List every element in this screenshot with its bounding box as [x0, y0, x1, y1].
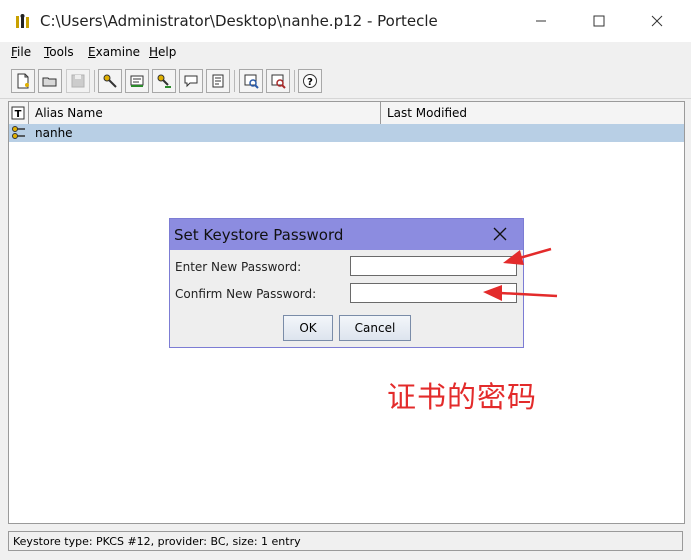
status-text: Keystore type: PKCS #12, provider: BC, s…: [13, 535, 301, 548]
toolbar-separator: [294, 70, 295, 92]
new-password-label: Enter New Password:: [175, 260, 302, 274]
dialog-title: Set Keystore Password: [174, 226, 344, 244]
toolbar: ?: [0, 64, 691, 99]
row-alias-name: nanhe: [35, 126, 73, 140]
annotation-text: 证书的密码: [387, 380, 538, 414]
window-title: C:\Users\Administrator\Desktop\nanhe.p12…: [40, 12, 438, 30]
examine-certificate-icon: [244, 74, 259, 89]
portecle-app-icon: [16, 14, 29, 28]
menu-examine[interactable]: Examine: [88, 45, 140, 59]
help-icon: ?: [303, 74, 317, 88]
import-keypair-icon: [157, 74, 171, 88]
examine-crl-icon: [271, 74, 286, 89]
close-button[interactable]: [634, 0, 680, 42]
dialog-close-icon[interactable]: [492, 226, 508, 242]
close-icon: [651, 15, 663, 27]
import-trusted-cert-button[interactable]: [125, 69, 149, 93]
import-keypair-button[interactable]: [152, 69, 176, 93]
svg-text:T: T: [15, 109, 22, 120]
key-pair-icon: [12, 126, 25, 139]
status-bar: Keystore type: PKCS #12, provider: BC, s…: [8, 531, 683, 551]
open-keystore-button[interactable]: [38, 69, 62, 93]
keystore-report-button[interactable]: [206, 69, 230, 93]
generate-keypair-button[interactable]: [98, 69, 122, 93]
column-header-last-modified[interactable]: Last Modified: [381, 102, 684, 124]
examine-certificate-button[interactable]: [239, 69, 263, 93]
minimize-icon: [536, 20, 546, 22]
type-column-icon: T: [11, 106, 25, 120]
menu-file[interactable]: File: [11, 45, 31, 59]
cancel-button[interactable]: Cancel: [339, 315, 411, 341]
confirm-password-field[interactable]: [350, 283, 517, 303]
generate-keypair-icon: [103, 74, 117, 88]
ok-button[interactable]: OK: [283, 315, 333, 341]
maximize-icon: [593, 15, 605, 27]
save-keystore-button[interactable]: [66, 69, 90, 93]
set-password-icon: [184, 75, 198, 88]
set-keystore-password-dialog: Set Keystore Password Enter New Password…: [169, 218, 524, 348]
title-bar: C:\Users\Administrator\Desktop\nanhe.p12…: [0, 0, 691, 42]
save-keystore-icon: [71, 74, 85, 88]
help-button[interactable]: ?: [298, 69, 322, 93]
menu-help[interactable]: Help: [149, 45, 176, 59]
column-header-alias[interactable]: Alias Name: [29, 102, 381, 124]
menu-bar: File Tools Examine Help: [0, 42, 691, 64]
confirm-password-label: Confirm New Password:: [175, 287, 317, 301]
import-trusted-cert-icon: [130, 75, 144, 87]
open-keystore-icon: [42, 77, 57, 87]
minimize-button[interactable]: [518, 0, 564, 42]
type-column-header[interactable]: T: [9, 102, 29, 124]
svg-text:?: ?: [307, 77, 313, 88]
examine-crl-button[interactable]: [266, 69, 290, 93]
keystore-report-icon: [212, 74, 224, 88]
table-row[interactable]: nanhe: [9, 124, 684, 142]
toolbar-separator: [94, 70, 95, 92]
table-header: T Alias Name Last Modified: [9, 102, 684, 125]
new-keystore-button[interactable]: [11, 69, 35, 93]
menu-tools[interactable]: Tools: [44, 45, 74, 59]
new-keystore-icon: [17, 73, 29, 89]
dialog-title-bar: Set Keystore Password: [170, 219, 523, 250]
maximize-button[interactable]: [576, 0, 622, 42]
set-password-button[interactable]: [179, 69, 203, 93]
new-password-field[interactable]: [350, 256, 517, 276]
toolbar-separator: [234, 70, 235, 92]
